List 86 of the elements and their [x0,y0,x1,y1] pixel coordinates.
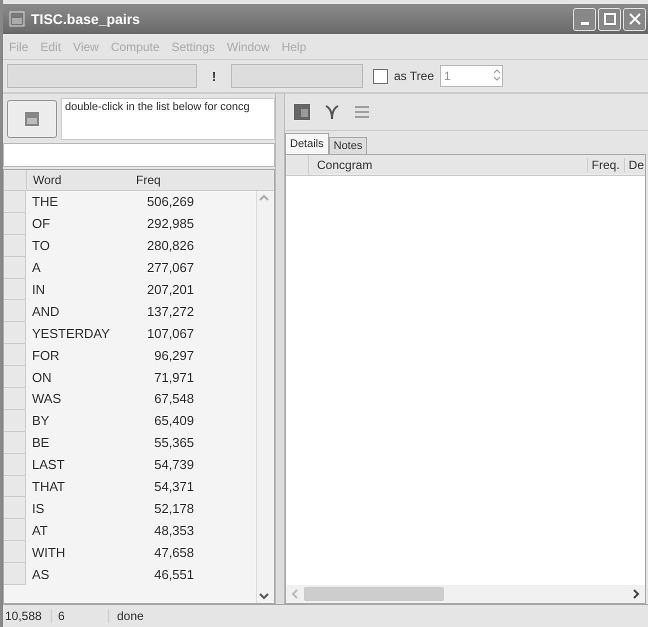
minimize-button[interactable] [573,8,596,30]
table-cell-text: BE [31,435,50,450]
table-cell-text: 48,353 [153,522,195,538]
search-field[interactable] [7,64,197,88]
status-text: 6 [52,609,109,623]
close-button[interactable] [623,8,646,30]
as-tree-label: as Tree [394,69,434,83]
row-header[interactable] [4,454,26,476]
table-cell-text: AND [31,304,60,319]
table-cell-text: 280,826 [146,238,195,254]
row-header[interactable] [4,497,26,520]
table-cell-text: 71,971 [153,370,195,385]
table-cell-text: 277,067 [146,260,195,276]
maximize-icon [604,13,616,25]
row-header[interactable] [4,388,26,410]
table-cell-text: LAST [31,457,66,472]
table-cell-text: TO [31,238,51,254]
table-cell-text: FOR [31,348,60,363]
row-header[interactable] [4,234,26,257]
table-cell-text: 47,658 [153,544,195,560]
column-header[interactable]: Word [27,173,132,187]
table-cell-text: ON [31,370,52,385]
row-header[interactable] [4,212,26,235]
row-header[interactable] [4,366,26,388]
window-title: TISC.base_pairs [31,11,141,27]
table-cell-text: THAT [31,479,66,494]
app-icon [24,111,40,127]
table-cell-text: 52,178 [153,500,195,516]
row-header[interactable] [4,541,26,564]
table-cell-text: WITH [31,544,66,560]
input-field[interactable] [231,64,363,88]
spin-arrows-icon[interactable] [492,66,502,82]
row-header[interactable] [4,432,26,454]
close-icon [628,13,640,25]
table-cell-text: YESTERDAY [31,326,111,341]
tab[interactable]: Details [285,133,329,154]
table-cell-text: IN [31,282,46,297]
concgram-button[interactable] [7,100,57,138]
column-header[interactable]: Freq. [586,158,624,172]
table-cell-text: 67,548 [153,391,195,406]
run-button[interactable]: ! [203,68,225,84]
table-cell-text: 55,365 [153,435,195,450]
minimize-icon [580,22,588,24]
branch-icon[interactable] [323,103,341,121]
table-cell-text: WAS [31,391,62,406]
table-cell-text: THE [31,194,59,210]
status-text: 10,588 [3,609,52,623]
column-header[interactable]: De [624,158,645,172]
table-cell-text: 506,269 [146,194,195,210]
filter-field[interactable] [3,143,275,167]
app-icon [9,11,25,27]
row-header[interactable] [4,344,26,366]
hint-text: double-click in the list below for concg [61,98,275,140]
table-cell-text: A [31,260,42,276]
table-cell-text: 107,067 [146,326,195,341]
row-header[interactable] [4,410,26,432]
row-header[interactable] [4,191,26,213]
table-cell-text: AT [31,522,49,538]
table-cell-text: OF [31,216,52,232]
table-cell-text: 292,985 [146,216,195,232]
scroll-thumb[interactable] [304,587,444,601]
table-cell-text: 54,739 [153,457,195,472]
as-tree-checkbox[interactable] [373,68,388,84]
row-header[interactable] [4,476,26,498]
tab[interactable]: Notes [328,137,368,154]
table-cell-text: 46,551 [153,566,195,582]
status-text: done [116,609,144,623]
column-header[interactable]: Freq [132,173,202,187]
table-cell-text: 207,201 [146,282,195,297]
table-cell-text: 137,272 [146,304,195,319]
row-header[interactable] [4,322,26,344]
row-header[interactable] [4,256,26,279]
row-header[interactable] [4,563,26,586]
horizontal-scrollbar[interactable] [286,585,645,603]
table-cell-text: 96,297 [153,348,195,363]
column-header[interactable]: Concgram [309,158,587,172]
row-header[interactable] [4,278,26,300]
row-header[interactable] [4,519,26,542]
row-header[interactable] [4,300,26,322]
table-cell-text: AS [31,566,50,582]
table-cell-text: 65,409 [153,413,195,428]
table-cell-text: 54,371 [153,479,195,494]
concgram-icon[interactable] [293,103,311,121]
table-cell-text: IS [31,500,46,516]
maximize-button[interactable] [598,8,621,30]
table-cell-text: BY [31,413,50,428]
